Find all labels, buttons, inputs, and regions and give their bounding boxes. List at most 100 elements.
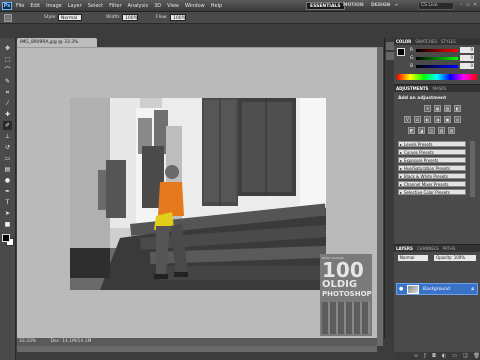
tab-styles[interactable]: STYLES [441,38,456,45]
new-adjustment-icon[interactable]: ◐ [442,352,446,360]
brightness-icon[interactable]: ☀ [424,105,431,112]
dodge-tool-icon[interactable]: ● [3,176,12,185]
color-foreground-swatch[interactable] [397,48,405,56]
red-slider[interactable] [416,49,458,52]
minimize-button[interactable]: – [458,2,464,9]
curves-icon[interactable]: ▨ [444,105,451,112]
menu-file[interactable]: File [16,3,24,9]
style-select[interactable]: Normal [58,14,82,21]
foreground-color-swatch[interactable] [2,234,10,242]
menu-select[interactable]: Select [88,3,103,9]
channel-mixer-icon[interactable]: ◎ [454,116,461,123]
menu-help[interactable]: Help [211,3,222,9]
tab-masks[interactable]: MASKS [432,85,446,92]
exposure-icon[interactable]: ◧ [454,105,461,112]
layer-row-background[interactable]: ● Background 🔒︎ [396,283,478,295]
document-photo[interactable] [70,98,326,290]
workspace-motion-button[interactable]: MOTION [340,2,367,10]
workspace-more-button[interactable]: » [392,2,401,10]
history-brush-tool-icon[interactable]: ↺ [3,143,12,152]
shape-tool-icon[interactable]: ■ [3,220,12,229]
tab-color[interactable]: COLOR [396,38,411,45]
preset-selective-color[interactable]: Selective Color Presets [398,189,466,196]
menu-filter[interactable]: Filter [109,3,121,9]
document-tab[interactable]: IMG_8909RA.jpg @ 33.3% (RGB/8) [17,38,97,54]
eye-icon[interactable]: ● [399,287,404,292]
preset-channel-mixer[interactable]: Channel Mixer Presets [398,181,466,188]
layer-opacity-field[interactable]: Opacity: 100% [434,255,476,261]
eyedropper-tool-icon[interactable]: ⁄ [3,99,12,108]
green-slider[interactable] [416,57,458,60]
presets-scrollbar[interactable] [470,141,475,197]
add-mask-icon[interactable]: ◘ [432,352,436,360]
brush-tool-icon[interactable] [4,14,12,22]
black-white-icon[interactable]: ◑ [434,116,441,123]
actions-panel-icon[interactable] [386,52,394,60]
brush-tool-icon[interactable]: ✐ [3,121,12,130]
photo-filter-icon[interactable]: ▣ [444,116,451,123]
tab-layers[interactable]: LAYERS [396,245,413,252]
history-panel-icon[interactable] [386,42,394,50]
gradient-tool-icon[interactable]: ▤ [3,165,12,174]
delete-layer-icon[interactable]: 🗑︎ [474,352,480,360]
menu-edit[interactable]: Edit [30,3,40,9]
green-value-field[interactable]: 0 [460,55,474,61]
selective-color-icon[interactable]: ▥ [448,127,455,134]
pen-tool-icon[interactable]: ✒ [3,187,12,196]
restore-button[interactable]: ▫ [465,2,471,9]
menu-window[interactable]: Window [185,3,205,9]
blue-slider[interactable] [416,65,458,68]
menu-analysis[interactable]: Analysis [128,3,149,9]
preset-curves[interactable]: Curves Presets [398,149,466,156]
workspace-essentials-button[interactable]: ESSENTIALS [306,2,345,10]
preset-exposure[interactable]: Exposure Presets [398,157,466,164]
zoom-level[interactable]: 33.33% [19,338,49,346]
flow-field[interactable]: 100% [170,14,186,21]
crop-tool-icon[interactable]: ⌗ [3,88,12,97]
threshold-icon[interactable]: ◫ [428,127,435,134]
healing-tool-icon[interactable]: ✚ [3,110,12,119]
posterize-icon[interactable]: ◪ [418,127,425,134]
levels-icon[interactable]: ▦ [434,105,441,112]
close-button[interactable]: ✕ [472,2,478,9]
vertical-scrollbar[interactable] [377,47,383,346]
status-bar: 33.33% Doc: 14.1M/14.1M [17,338,377,346]
path-select-tool-icon[interactable]: ➤ [3,209,12,218]
quick-select-tool-icon[interactable]: ✎ [3,77,12,86]
new-layer-icon[interactable]: ❏ [463,352,467,360]
color-spectrum-ramp[interactable] [397,74,477,80]
tab-swatches[interactable]: SWATCHES [415,38,437,45]
lasso-tool-icon[interactable]: ⌒ [3,66,12,75]
width-field[interactable]: 100% [122,14,138,21]
cs-live-button[interactable]: CS Live [418,2,454,10]
vibrance-icon[interactable]: V [404,116,411,123]
workspace-design-button[interactable]: DESIGN [368,2,393,10]
link-layers-icon[interactable]: ∞ [414,352,418,360]
blend-mode-select[interactable]: Normal [398,255,428,261]
menu-view[interactable]: View [167,3,179,9]
eraser-tool-icon[interactable]: ▭ [3,154,12,163]
hue-saturation-icon[interactable]: ◐ [424,116,431,123]
new-group-icon[interactable]: ▭ [452,352,457,360]
preset-levels[interactable]: Levels Presets [398,141,466,148]
tab-channels[interactable]: CHANNELS [417,245,439,252]
horizontal-scrollbar[interactable] [17,346,377,352]
clone-stamp-tool-icon[interactable]: ⊥ [3,132,12,141]
color-balance-icon[interactable]: ⚖ [414,116,421,123]
preset-black-white[interactable]: Black & White Presets [398,173,466,180]
marquee-tool-icon[interactable]: ⬚ [3,55,12,64]
menu-layer[interactable]: Layer [68,3,82,9]
invert-icon[interactable]: ◩ [408,127,415,134]
move-tool-icon[interactable]: ✥ [3,44,12,53]
layer-style-icon[interactable]: ƒ [424,352,426,360]
menu-image[interactable]: Image [46,3,62,9]
application-bar: Ps File Edit Image Layer Select Filter A… [0,0,480,12]
preset-hue-saturation[interactable]: Hue/Saturation Presets [398,165,466,172]
tab-adjustments[interactable]: ADJUSTMENTS [396,85,428,92]
menu-3d[interactable]: 3D [154,3,161,9]
blue-value-field[interactable]: 0 [460,63,474,69]
tab-paths[interactable]: PATHS [443,245,456,252]
gradient-map-icon[interactable]: ▧ [438,127,445,134]
red-value-field[interactable]: 0 [460,47,474,53]
type-tool-icon[interactable]: T [3,198,12,207]
